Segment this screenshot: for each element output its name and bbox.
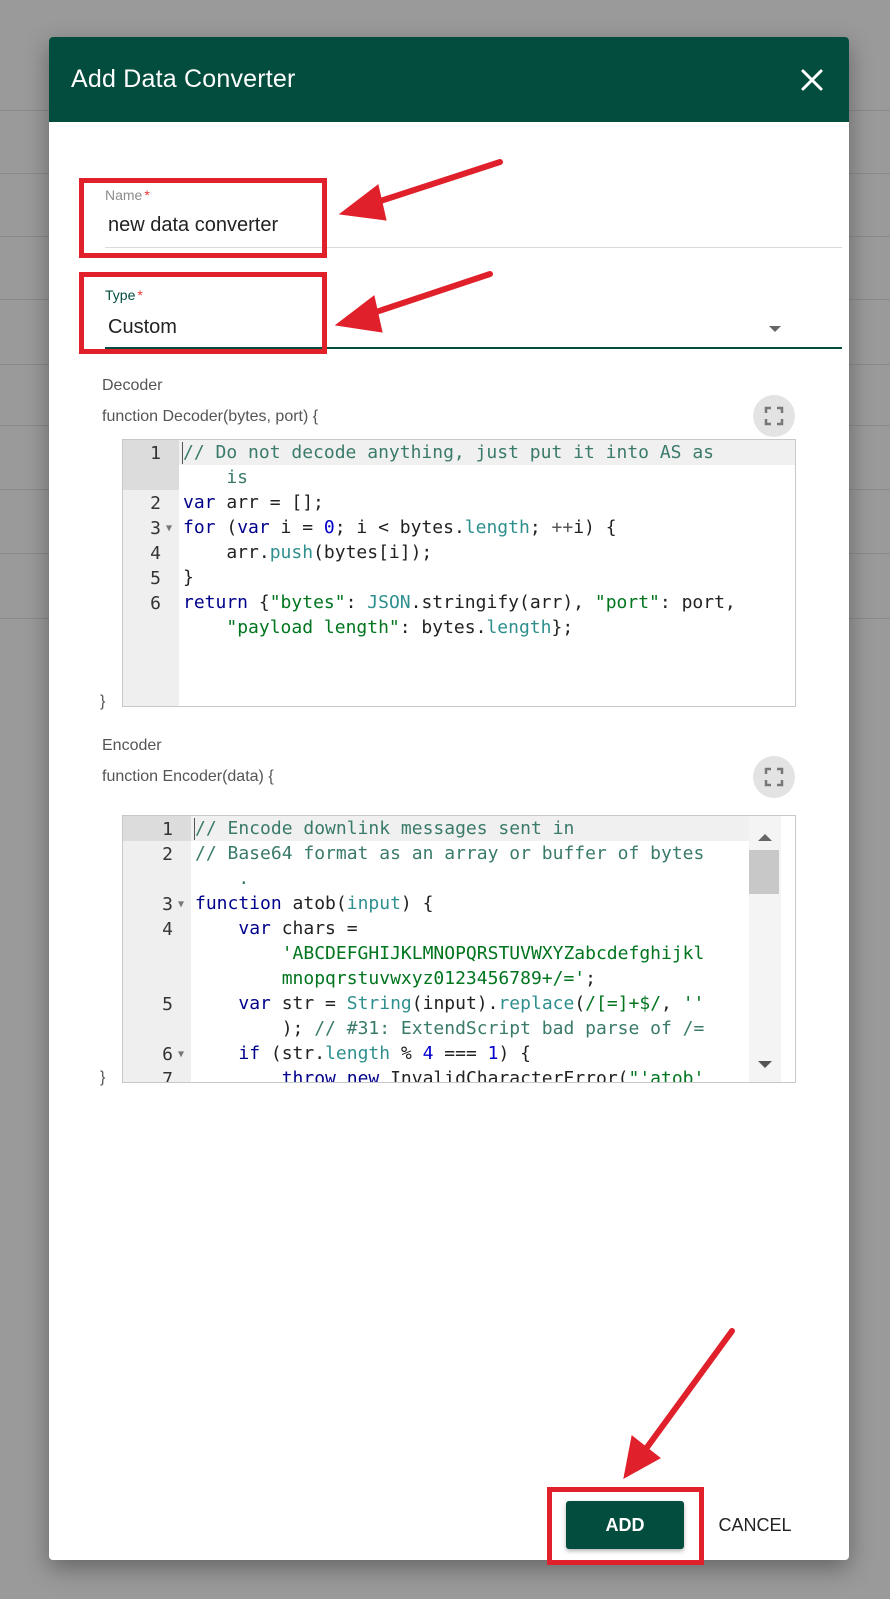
decoder-fullscreen-button[interactable] — [753, 395, 795, 437]
encoder-closing-brace: } — [100, 1069, 106, 1086]
scroll-down-arrow-icon[interactable] — [757, 1054, 773, 1075]
encoder-code: // Encode downlink messages sent in // B… — [195, 818, 705, 1083]
fullscreen-icon — [764, 406, 784, 426]
line-number: 7 — [162, 1069, 173, 1083]
fold-arrow-icon[interactable]: ▼ — [178, 1049, 184, 1060]
decoder-code-editor[interactable]: 1 2 3 ▼ 4 5 6 // Do not decode anything,… — [122, 439, 796, 707]
line-number: 6 — [162, 1044, 173, 1065]
decoder-label: Decoder — [102, 377, 163, 394]
add-button[interactable]: ADD — [566, 1501, 684, 1549]
decoder-closing-brace: } — [100, 693, 106, 710]
line-number: 2 — [150, 493, 161, 514]
line-number: 5 — [162, 994, 173, 1015]
line-number: 1 — [150, 443, 161, 464]
scroll-up-arrow-icon[interactable] — [757, 826, 773, 847]
encoder-code-editor[interactable]: 1 2 3 ▼ 4 5 6 ▼ 7 // Encode downlink mes… — [122, 815, 796, 1083]
decoder-gutter: 1 2 3 ▼ 4 5 6 — [123, 440, 179, 706]
encoder-fullscreen-button[interactable] — [753, 756, 795, 798]
line-number: 3 — [162, 894, 173, 915]
dialog-header: Add Data Converter — [49, 37, 849, 122]
encoder-signature: function Encoder(data) { — [102, 768, 274, 785]
decoder-code: // Do not decode anything, just put it i… — [183, 442, 736, 638]
line-number: 4 — [162, 919, 173, 940]
line-number: 2 — [162, 844, 173, 865]
type-label: Type * — [105, 287, 143, 303]
type-underline — [105, 347, 842, 349]
line-number: 4 — [150, 543, 161, 564]
type-value[interactable]: Custom — [108, 316, 177, 339]
name-underline — [105, 247, 842, 248]
fold-arrow-icon[interactable]: ▼ — [178, 899, 184, 910]
decoder-signature: function Decoder(bytes, port) { — [102, 408, 319, 425]
encoder-scrollbar[interactable] — [749, 816, 781, 1082]
name-input[interactable]: new data converter — [108, 214, 278, 237]
close-icon[interactable] — [793, 61, 831, 99]
encoder-gutter: 1 2 3 ▼ 4 5 6 ▼ 7 — [123, 816, 191, 1082]
line-number: 5 — [150, 568, 161, 589]
fullscreen-icon — [764, 767, 784, 787]
cancel-button[interactable]: CANCEL — [705, 1501, 805, 1549]
line-number: 3 — [150, 518, 161, 539]
fold-arrow-icon[interactable]: ▼ — [166, 523, 172, 534]
scrollbar-thumb[interactable] — [749, 850, 779, 894]
line-number: 6 — [150, 593, 161, 614]
add-data-converter-dialog: Add Data Converter Name * new data conver… — [49, 37, 849, 1560]
dialog-title: Add Data Converter — [71, 65, 296, 93]
name-label: Name * — [105, 187, 150, 203]
encoder-label: Encoder — [102, 737, 162, 754]
line-number: 1 — [162, 819, 173, 840]
dropdown-arrow-icon[interactable] — [768, 321, 782, 339]
